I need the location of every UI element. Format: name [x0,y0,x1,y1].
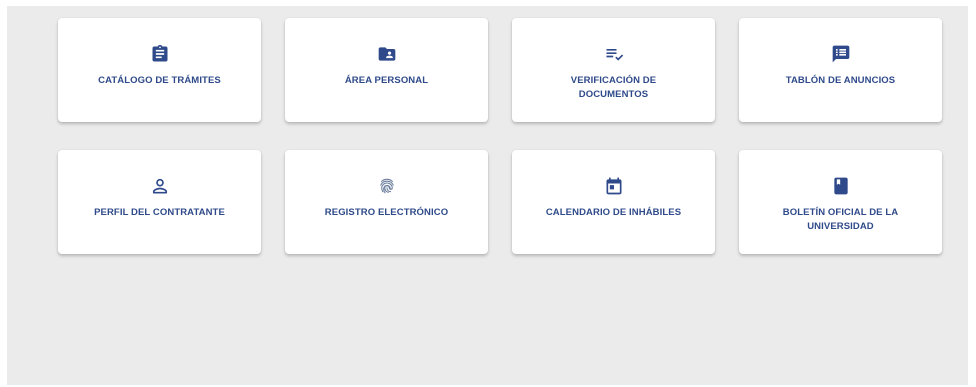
person-outline-icon [150,176,170,196]
tile-verificacion-documentos[interactable]: VERIFICACIÓN DE DOCUMENTOS [512,18,715,122]
tile-label: ÁREA PERSONAL [344,75,429,86]
tile-label: PERFIL DEL CONTRATANTE [94,207,225,218]
tile-label: REGISTRO ELECTRÓNICO [324,207,449,218]
clipboard-icon [150,44,170,64]
tile-registro-electronico[interactable]: REGISTRO ELECTRÓNICO [285,150,488,254]
tile-label: TABLÓN DE ANUNCIOS [785,75,896,86]
tile-label: CATÁLOGO DE TRÁMITES [98,75,221,86]
message-list-icon [831,44,851,64]
tile-boletin-oficial[interactable]: BOLETÍN OFICIAL DE LA UNIVERSIDAD [739,150,942,254]
tile-catalogo-tramites[interactable]: CATÁLOGO DE TRÁMITES [58,18,261,122]
services-panel: CATÁLOGO DE TRÁMITES ÁREA PERSONAL VERIF… [7,6,968,385]
tile-area-personal[interactable]: ÁREA PERSONAL [285,18,488,122]
tile-label: CALENDARIO DE INHÁBILES [545,207,682,218]
folder-account-icon [377,44,397,64]
book-icon [831,176,851,196]
tile-tablon-anuncios[interactable]: TABLÓN DE ANUNCIOS [739,18,942,122]
tile-perfil-contratante[interactable]: PERFIL DEL CONTRATANTE [58,150,261,254]
tile-label: BOLETÍN OFICIAL DE LA UNIVERSIDAD [782,207,899,232]
fingerprint-icon [377,176,397,196]
list-check-icon [604,44,624,64]
tile-label: VERIFICACIÓN DE DOCUMENTOS [570,75,657,100]
calendar-icon [604,176,624,196]
tile-calendario-inhabiles[interactable]: CALENDARIO DE INHÁBILES [512,150,715,254]
